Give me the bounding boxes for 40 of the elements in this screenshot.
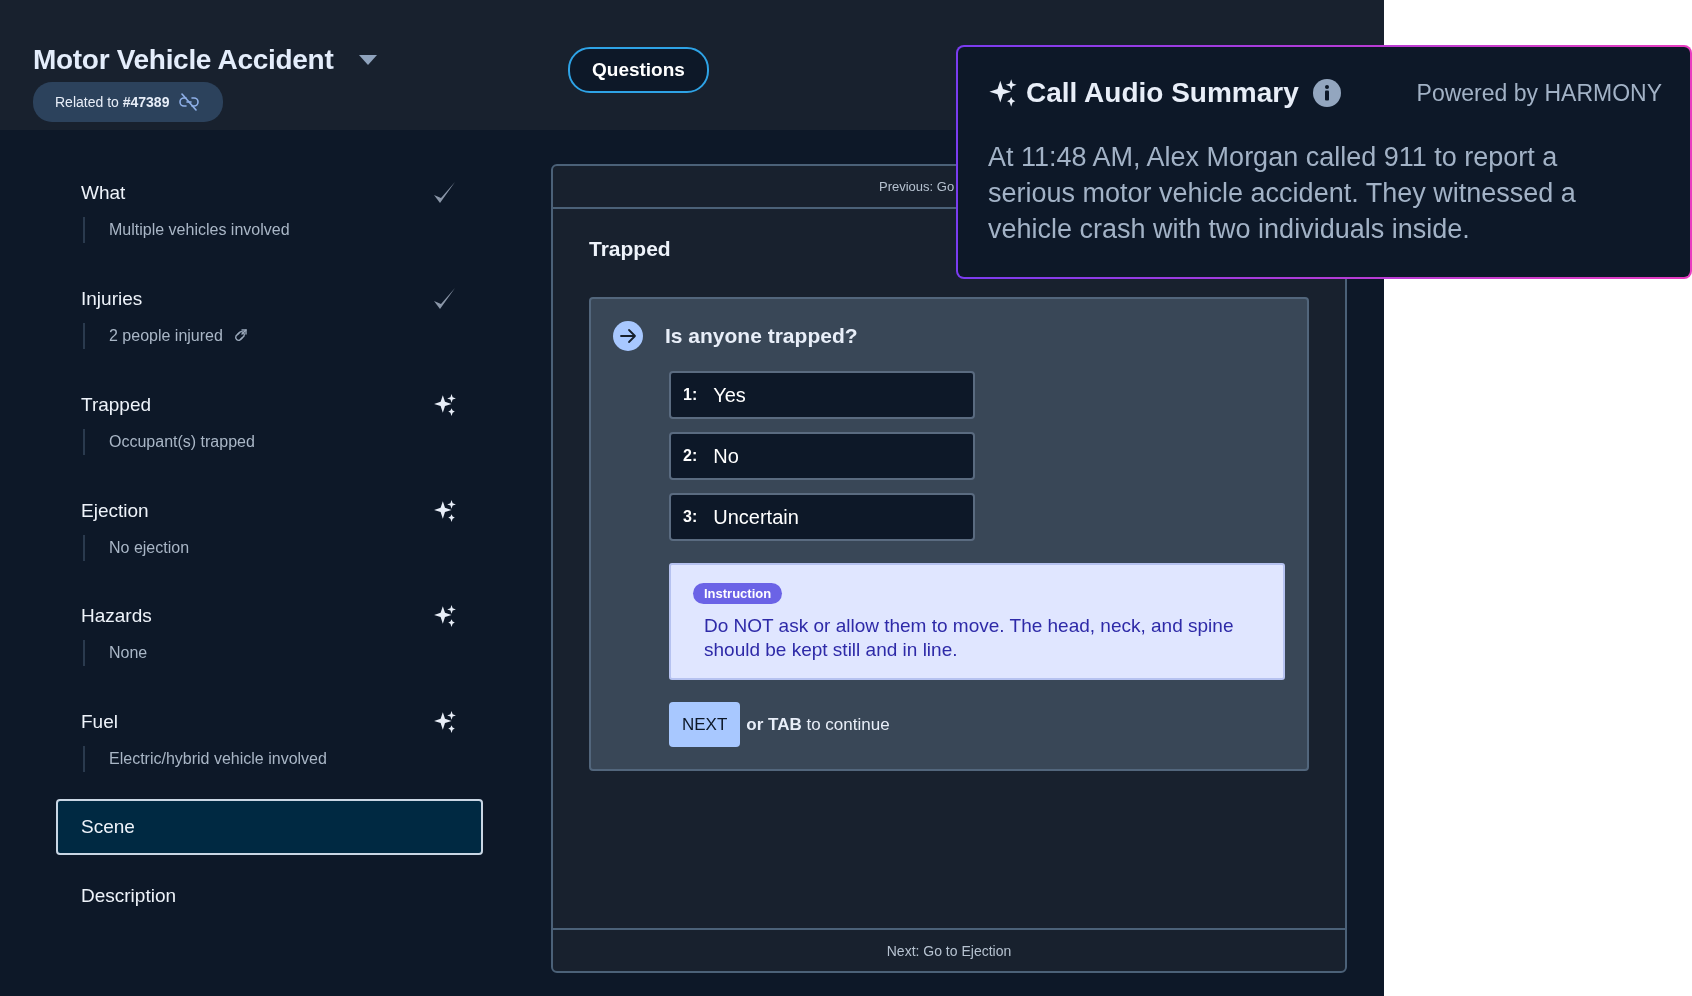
instruction-badge: Instruction	[693, 583, 783, 604]
questions-button[interactable]: Questions	[568, 47, 709, 93]
sparkle-icon	[433, 604, 457, 629]
sidebar-item[interactable]: Hazards None	[56, 587, 483, 694]
incident-title: Motor Vehicle Accident	[33, 44, 334, 76]
unlink-icon	[179, 93, 200, 111]
answer-option[interactable]: 2: No	[669, 432, 975, 480]
arrow-circle-icon	[613, 321, 643, 351]
summary-text: At 11:48 AM, Alex Morgan called 911 to report a serious motor vehicle accident. They witnessed a vehicle crash with two individuals inside.	[988, 141, 1577, 246]
question-text: Is anyone trapped?	[665, 324, 858, 348]
sidebar-item[interactable]: Injuries 2 people injured	[56, 269, 483, 376]
info-icon	[1312, 79, 1341, 107]
next-button[interactable]: NEXT	[669, 702, 741, 747]
sparkle-icon	[433, 710, 457, 735]
sparkle-icon	[988, 78, 1018, 108]
sidebar-item[interactable]: Fuel Electric/hybrid vehicle involved	[56, 693, 483, 800]
next-link[interactable]: Next: Go to Ejection	[886, 942, 1012, 959]
item-summary: Electric/hybrid vehicle involved	[109, 750, 327, 769]
sidebar-item[interactable]: Description	[56, 867, 483, 974]
powered-by: Powered by HARMONY	[1416, 79, 1662, 107]
instruction-text: Do NOT ask or allow them to move. The head, neck, and spine should be kept still and in line.	[704, 614, 1235, 662]
item-summary: Occupant(s) trapped	[109, 432, 255, 451]
section-title: Trapped	[589, 237, 672, 261]
next-hint: or TAB to continue	[746, 714, 890, 735]
sparkle-icon	[433, 498, 457, 523]
item-summary: Multiple vehicles involved	[109, 221, 290, 239]
answer-option[interactable]: 3: Uncertain	[669, 493, 975, 541]
item-summary: None	[109, 644, 148, 663]
sidebar-item[interactable]: Ejection No ejection	[56, 481, 483, 588]
previous-link[interactable]: Previous: Go	[879, 179, 955, 194]
popup-title: Call Audio Summary	[1026, 77, 1299, 109]
sidebar-item[interactable]: Trapped Occupant(s) trapped	[56, 375, 483, 482]
related-badge[interactable]: Related to #47389	[33, 82, 224, 122]
item-summary: No ejection	[109, 538, 190, 557]
caret-icon	[359, 55, 378, 65]
sparkle-icon	[433, 392, 457, 417]
item-summary: 2 people injured	[109, 326, 223, 345]
sidebar-item[interactable]: Scene	[56, 799, 483, 856]
answer-option[interactable]: 1: Yes	[669, 371, 975, 419]
sidebar-item[interactable]: What Multiple vehicles involved	[56, 164, 483, 270]
